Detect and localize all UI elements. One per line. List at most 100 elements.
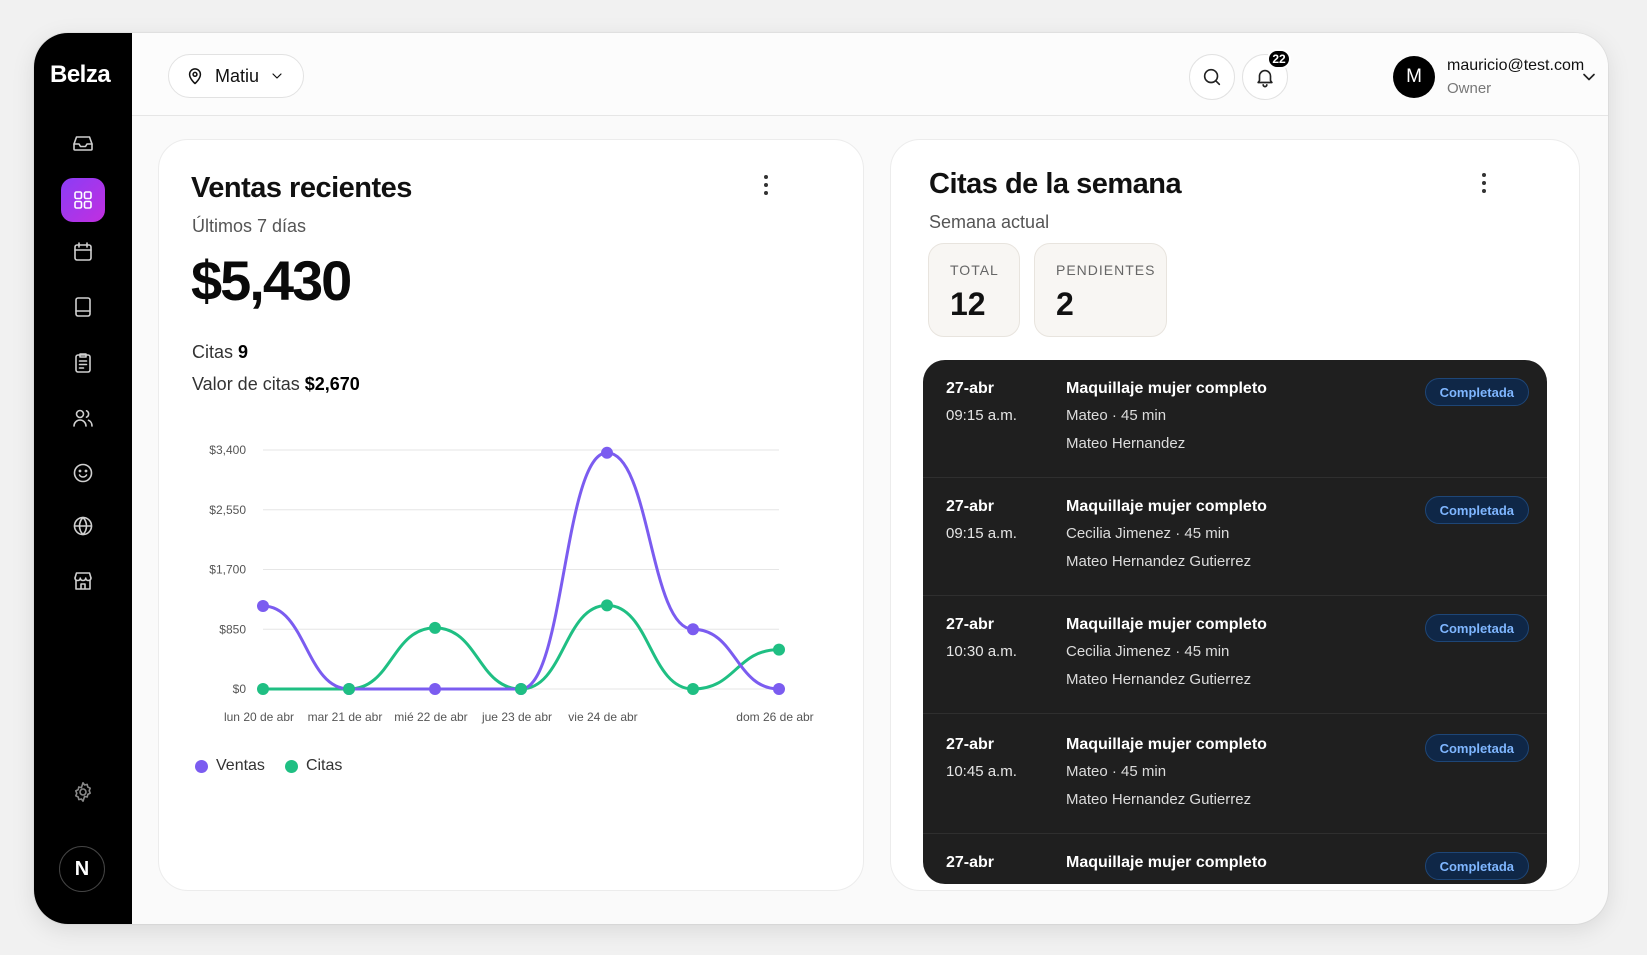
sidebar-item-clients[interactable] bbox=[61, 451, 105, 495]
recent-sales-card: Ventas recientes Últimos 7 días $5,430 C… bbox=[158, 139, 864, 891]
status-badge: Completada bbox=[1424, 734, 1529, 762]
notifications-button[interactable]: 22 bbox=[1242, 49, 1291, 100]
card-subtitle: Semana actual bbox=[929, 212, 1050, 232]
weekly-appointments-card: Citas de la semana Semana actual TOTAL 1… bbox=[890, 139, 1580, 891]
data-point-ventas bbox=[601, 446, 613, 459]
x-tick-label: dom 26 de abr bbox=[736, 710, 813, 724]
sales-total: $5,430 bbox=[191, 249, 352, 312]
appointment-date: 27-abr bbox=[946, 736, 995, 753]
stat-pending: PENDIENTES 2 bbox=[1034, 243, 1167, 337]
y-tick-label: $850 bbox=[219, 622, 246, 636]
location-name: Matiu bbox=[215, 65, 260, 86]
notification-count-badge: 22 bbox=[1267, 49, 1291, 69]
appointment-item[interactable]: 27-abr Maquillaje mujer completo Complet… bbox=[923, 834, 1547, 884]
sidebar-item-calendar[interactable] bbox=[61, 230, 105, 274]
appointments-list: 27-abr 09:15 a.m. Maquillaje mujer compl… bbox=[923, 360, 1547, 884]
top-bar: Matiu 22 M mauricio@test.com Owner bbox=[132, 33, 1608, 116]
appointment-client-duration: Cecilia Jimenez · 45 min bbox=[1066, 643, 1230, 660]
data-point-citas bbox=[429, 621, 441, 634]
search-button[interactable] bbox=[1189, 54, 1235, 100]
legend-item[interactable]: Citas bbox=[284, 757, 343, 775]
x-tick-label: mié 22 de abr bbox=[394, 710, 467, 724]
map-pin-icon bbox=[188, 68, 202, 85]
chevron-down-icon bbox=[1583, 73, 1595, 81]
app-logo: Belza bbox=[50, 61, 111, 88]
appointment-staff: Mateo Hernandez Gutierrez bbox=[1066, 671, 1252, 688]
appointment-client-duration: Cecilia Jimenez · 45 min bbox=[1066, 525, 1230, 542]
legend-label: Citas bbox=[305, 757, 343, 774]
user-avatar[interactable]: M bbox=[1393, 56, 1435, 98]
user-menu-toggle[interactable] bbox=[1579, 67, 1599, 87]
card-title: Citas de la semana bbox=[929, 168, 1182, 200]
card-menu-button[interactable] bbox=[1472, 168, 1496, 198]
stat-label: PENDIENTES bbox=[1056, 262, 1156, 278]
user-email: mauricio@test.com bbox=[1447, 57, 1585, 74]
x-tick-label: lun 20 de abr bbox=[224, 710, 294, 724]
smile-icon bbox=[73, 463, 93, 483]
location-selector[interactable]: Matiu bbox=[168, 54, 305, 98]
appointment-time: 10:30 a.m. bbox=[946, 643, 1017, 660]
appointment-item[interactable]: 27-abr 09:15 a.m. Maquillaje mujer compl… bbox=[923, 360, 1547, 478]
gear-icon bbox=[75, 782, 91, 802]
data-point-citas bbox=[601, 599, 613, 612]
sidebar-item-web[interactable] bbox=[61, 504, 105, 548]
status-badge: Completada bbox=[1424, 852, 1529, 880]
legend-swatch bbox=[284, 759, 298, 773]
user-role: Owner bbox=[1447, 80, 1492, 97]
stat-label: TOTAL bbox=[950, 262, 999, 278]
appointment-service: Maquillaje mujer completo bbox=[1066, 616, 1267, 633]
appointment-service: Maquillaje mujer completo bbox=[1066, 380, 1267, 397]
appointment-time: 09:15 a.m. bbox=[946, 407, 1017, 424]
sidebar-item-book[interactable] bbox=[61, 285, 105, 329]
chart-legend: Ventas Citas bbox=[195, 757, 342, 775]
x-tick-label: jue 23 de abr bbox=[481, 710, 552, 724]
globe-icon bbox=[73, 516, 93, 536]
appointment-item[interactable]: 27-abr 10:30 a.m. Maquillaje mujer compl… bbox=[923, 596, 1547, 714]
settings-button[interactable] bbox=[61, 770, 105, 814]
y-tick-label: $1,700 bbox=[209, 563, 246, 577]
legend-item[interactable]: Ventas bbox=[195, 757, 265, 775]
appointment-item[interactable]: 27-abr 09:15 a.m. Maquillaje mujer compl… bbox=[923, 478, 1547, 596]
data-point-ventas bbox=[773, 683, 785, 695]
x-tick-label: vie 24 de abr bbox=[568, 710, 637, 724]
data-point-citas bbox=[773, 643, 785, 656]
appointments-count-value: 9 bbox=[238, 342, 249, 362]
sidebar-item-inbox[interactable] bbox=[61, 121, 105, 165]
appointment-time: 09:15 a.m. bbox=[946, 525, 1017, 542]
status-badge: Completada bbox=[1424, 614, 1529, 642]
appointment-staff: Mateo Hernandez bbox=[1066, 435, 1186, 452]
stat-value: 2 bbox=[1056, 286, 1074, 322]
data-point-citas bbox=[687, 683, 699, 695]
stat-value: 12 bbox=[950, 286, 986, 322]
sidebar-item-users[interactable] bbox=[61, 396, 105, 440]
appointment-date: 27-abr bbox=[946, 498, 995, 515]
y-tick-label: $2,550 bbox=[209, 503, 246, 517]
appointment-service: Maquillaje mujer completo bbox=[1066, 854, 1267, 871]
appointment-item[interactable]: 27-abr 10:45 a.m. Maquillaje mujer compl… bbox=[923, 716, 1547, 834]
appointment-service: Maquillaje mujer completo bbox=[1066, 498, 1267, 515]
series-line-ventas bbox=[261, 451, 781, 691]
appointments-count: Citas 9 bbox=[192, 342, 248, 363]
chevron-down-icon bbox=[272, 73, 282, 79]
stat-total: TOTAL 12 bbox=[928, 243, 1020, 337]
appointment-client-duration: Mateo · 45 min bbox=[1066, 763, 1167, 780]
dashboard-icon bbox=[74, 191, 92, 209]
data-point-ventas bbox=[687, 623, 699, 636]
data-point-citas bbox=[343, 683, 355, 695]
card-menu-button[interactable] bbox=[754, 170, 778, 200]
status-badge: Completada bbox=[1424, 496, 1529, 524]
appointment-staff: Mateo Hernandez Gutierrez bbox=[1066, 791, 1252, 808]
workspace-avatar[interactable]: N bbox=[59, 846, 105, 892]
sidebar-item-clipboard[interactable] bbox=[61, 341, 105, 385]
sidebar-item-store[interactable] bbox=[61, 559, 105, 603]
appointments-count-label: Citas bbox=[192, 342, 234, 362]
appointments-value-amount: $2,670 bbox=[304, 374, 360, 394]
appointment-time: 10:45 a.m. bbox=[946, 763, 1017, 780]
appointment-date: 27-abr bbox=[946, 854, 995, 871]
more-vertical-icon bbox=[1482, 173, 1486, 193]
sidebar-item-dashboard[interactable] bbox=[61, 178, 105, 222]
calendar-icon bbox=[74, 242, 92, 261]
data-point-ventas bbox=[257, 600, 269, 613]
appointment-client-duration: Mateo · 45 min bbox=[1066, 407, 1167, 424]
bell-icon bbox=[1257, 69, 1273, 88]
